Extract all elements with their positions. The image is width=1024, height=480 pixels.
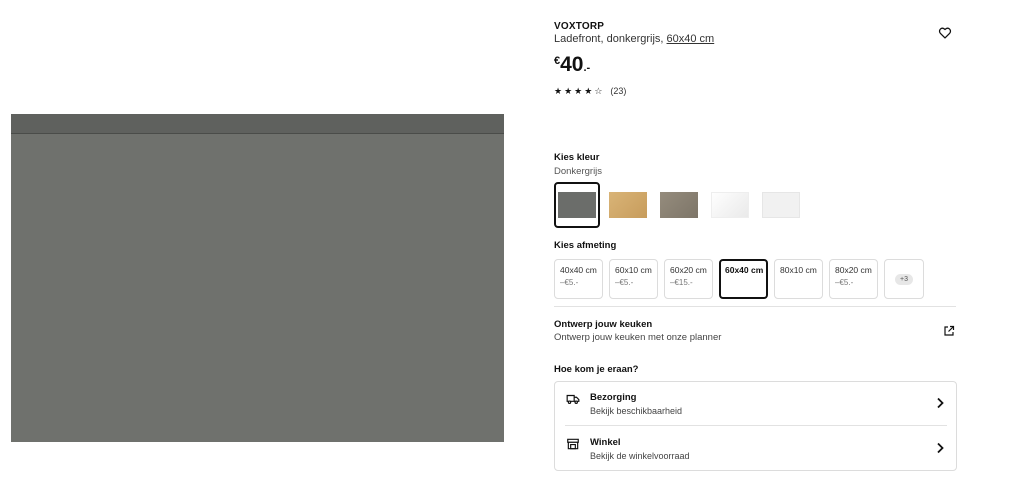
star-icon: ★ xyxy=(554,86,563,96)
size-link[interactable]: 60x40 cm xyxy=(667,33,715,45)
product-description: Ladefront, donkergrijs, 60x40 cm xyxy=(554,33,714,45)
drawer-front-panel xyxy=(11,134,504,442)
product-info-panel: VOXTORP Ladefront, donkergrijs, 60x40 cm… xyxy=(554,0,958,480)
delivery-title: Bezorging xyxy=(590,392,637,403)
size-value: 80x10 cm xyxy=(780,265,817,275)
swatch-walnoot[interactable] xyxy=(656,182,702,228)
size-options: 40x40 cm –€5.- 60x10 cm –€5.- 60x20 cm –… xyxy=(554,259,930,299)
size-value: 60x10 cm xyxy=(615,265,652,275)
store-icon xyxy=(567,438,579,450)
chevron-right-icon xyxy=(937,397,944,409)
delivery-subtitle: Bekijk beschikbaarheid xyxy=(590,406,683,416)
product-price: €40.- xyxy=(554,53,590,77)
star-icon: ★ xyxy=(564,86,573,96)
rating-stars: ★ ★ ★ ★ ☆ xyxy=(554,86,602,96)
more-sizes-count: +3 xyxy=(895,273,913,285)
availability-heading: Hoe kom je eraan? xyxy=(554,364,639,375)
size-option-80x20[interactable]: 80x20 cm –€5.- xyxy=(829,259,878,299)
size-price-diff: –€15.- xyxy=(670,278,693,287)
swatch-hoogglans-wit[interactable] xyxy=(707,182,753,228)
description-text: Ladefront, donkergrijs, xyxy=(554,33,664,45)
delivery-option[interactable]: Bezorging Bekijk beschikbaarheid xyxy=(565,382,947,426)
store-title: Winkel xyxy=(590,437,621,448)
size-price-diff: –€5.- xyxy=(835,278,854,287)
size-option-80x10[interactable]: 80x10 cm xyxy=(774,259,823,299)
kitchen-planner-link[interactable]: Ontwerp jouw keuken Ontwerp jouw keuken … xyxy=(554,318,958,348)
star-empty-icon: ☆ xyxy=(594,86,603,96)
rating[interactable]: ★ ★ ★ ★ ☆ (23) xyxy=(554,86,626,96)
divider xyxy=(554,306,956,307)
chevron-right-icon xyxy=(937,442,944,454)
size-value: 80x20 cm xyxy=(835,265,872,275)
swatch-donkergrijs[interactable] xyxy=(554,182,600,228)
size-option-60x20[interactable]: 60x20 cm –€15.- xyxy=(664,259,713,299)
store-option[interactable]: Winkel Bekijk de winkelvoorraad xyxy=(565,427,947,471)
planner-subtitle: Ontwerp jouw keuken met onze planner xyxy=(554,332,722,343)
size-price-diff: –€5.- xyxy=(560,278,579,287)
availability-box: Bezorging Bekijk beschikbaarheid Winkel … xyxy=(554,381,957,471)
price-decimal: .- xyxy=(583,62,591,74)
drawer-front-top-edge xyxy=(11,114,504,134)
star-icon: ★ xyxy=(584,86,593,96)
colour-label: Kies kleur xyxy=(554,152,600,163)
product-name: VOXTORP xyxy=(554,21,605,32)
price-currency: € xyxy=(554,55,561,67)
size-value: 60x40 cm xyxy=(725,265,764,275)
size-option-60x10[interactable]: 60x10 cm –€5.- xyxy=(609,259,658,299)
price-amount: 40 xyxy=(560,53,584,76)
external-link-icon xyxy=(944,325,955,336)
size-option-60x40[interactable]: 60x40 cm xyxy=(719,259,768,299)
product-image[interactable] xyxy=(11,114,504,442)
planner-title: Ontwerp jouw keuken xyxy=(554,319,653,330)
size-value: 60x20 cm xyxy=(670,265,707,275)
size-value: 40x40 cm xyxy=(560,265,597,275)
size-option-40x40[interactable]: 40x40 cm –€5.- xyxy=(554,259,603,299)
colour-swatches xyxy=(554,182,809,228)
size-price-diff: –€5.- xyxy=(615,278,634,287)
swatch-mat-wit[interactable] xyxy=(758,182,804,228)
heart-icon[interactable] xyxy=(938,26,952,40)
star-icon: ★ xyxy=(574,86,583,96)
selected-colour: Donkergrijs xyxy=(554,166,603,177)
size-label: Kies afmeting xyxy=(554,240,617,251)
truck-icon xyxy=(566,394,580,404)
swatch-eiken[interactable] xyxy=(605,182,651,228)
store-subtitle: Bekijk de winkelvoorraad xyxy=(590,451,690,461)
review-count: (23) xyxy=(610,86,627,96)
more-sizes-button[interactable]: +3 xyxy=(884,259,924,299)
